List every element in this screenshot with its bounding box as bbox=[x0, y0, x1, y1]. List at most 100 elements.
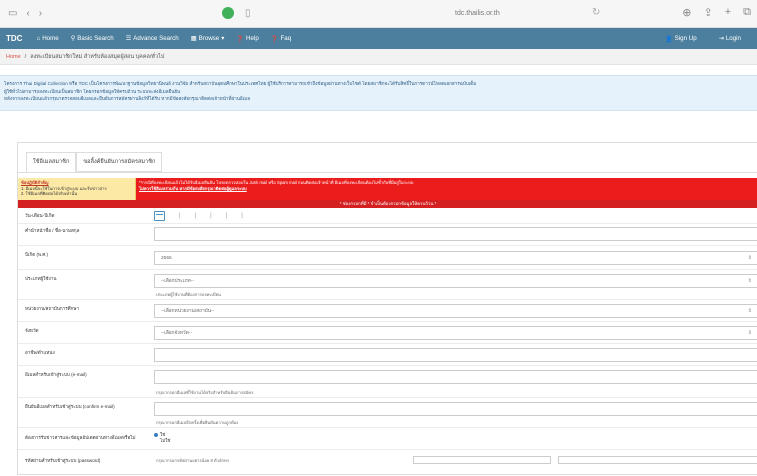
login-icon: ⇥ bbox=[718, 35, 724, 42]
field-label: อีเมลสำหรับเข้าสู่ระบบ (e-mail) bbox=[25, 372, 87, 377]
warning-banner: ข้อปฏิบัติสำคัญ 1. อีเมลนี้จะใช้ในการเข้… bbox=[18, 178, 757, 200]
newsletter-radio-group: ใช่ ไม่ใช่ bbox=[154, 432, 170, 444]
select-arrow-icon: ⇕ bbox=[747, 255, 752, 261]
organization-select[interactable]: --เลือกหน่วยงาน/สถาบัน-- ⇕ bbox=[154, 304, 757, 318]
breadcrumb-home[interactable]: Home bbox=[6, 54, 21, 60]
login-link[interactable]: ⇥ Login bbox=[719, 35, 741, 43]
date-segment[interactable]: | bbox=[226, 213, 228, 219]
registration-panel: ใช้อีเมลสมาชิก ขอลิ้งค์ยืนยันการสมัครสมา… bbox=[17, 142, 757, 475]
radio-no[interactable]: ไม่ใช่ bbox=[154, 438, 170, 444]
date-picker[interactable]: | | | | | bbox=[154, 211, 243, 221]
form-row-confirm-email: ยืนยันอีเมลสำหรับเข้าสู่ระบบ (confirm e-… bbox=[18, 398, 757, 428]
tab-bar: ใช้อีเมลสมาชิก ขอลิ้งค์ยืนยันการสมัครสมา… bbox=[26, 152, 163, 172]
field-hint: กรุณากรอกอีเมลอีกครั้งเพื่อยืนยันความถูก… bbox=[156, 420, 239, 425]
list-icon: ☰ bbox=[125, 35, 132, 42]
top-navbar: TDC ⌂ Home ⚲ Basic Search ☰ Advance Search … bbox=[0, 28, 757, 49]
warning-left-title: ข้อปฏิบัติสำคัญ bbox=[21, 180, 49, 185]
user-icon: 👤 bbox=[664, 35, 673, 43]
warning-right-line-2[interactable]: ไม่ควรใช้อีเมลร่วมกัน หากมีข้อสงสัยกรุณา… bbox=[139, 186, 247, 191]
info-notice: โครงการ Thai Digital Collection หรือ TDC… bbox=[0, 75, 757, 111]
occupation-input[interactable] bbox=[154, 348, 757, 362]
chevron-down-icon: ▾ bbox=[221, 35, 225, 42]
name-input[interactable] bbox=[154, 227, 757, 241]
browser-toolbar: ▭ ‹ › ▯ tdc.thailis.or.th ↻ ⊕ ⇪ + ⧉ bbox=[0, 0, 757, 28]
notice-line-2: ผู้ใช้ทั่วไปสามารถลงทะเบียนเป็นสมาชิก โด… bbox=[4, 88, 181, 94]
date-segment[interactable]: | bbox=[179, 213, 181, 219]
form-row-name: คำนำหน้าชื่อ / ชื่อ-นามสกุล bbox=[18, 224, 757, 246]
breadcrumb: Home / ลงทะเบียนสมาชิกใหม่ สำหรับห้องสมุ… bbox=[0, 49, 757, 65]
nav-help[interactable]: ❓ Help bbox=[236, 35, 258, 43]
form-row-email: อีเมลสำหรับเข้าสู่ระบบ (e-mail) กรุณากรอ… bbox=[18, 366, 757, 398]
tab-resend-link[interactable]: ขอลิ้งค์ยืนยันการสมัครสมาชิก bbox=[76, 152, 163, 172]
field-hint: กรุณากรอกอีเมลที่ใช้งานได้จริงสำหรับยืนย… bbox=[156, 390, 254, 395]
select-arrow-icon: ⇕ bbox=[747, 278, 752, 284]
form-row-organization: หน่วยงาน/สถาบันการศึกษา --เลือกหน่วยงาน/… bbox=[18, 300, 757, 322]
confirm-email-input[interactable] bbox=[154, 402, 757, 416]
field-label: ยืนยันอีเมลสำหรับเข้าสู่ระบบ (confirm e-… bbox=[25, 404, 115, 409]
field-hint: กรุณากรอกรหัสผ่านอย่างน้อย 8 ตัวอักษร bbox=[156, 458, 230, 463]
reload-icon[interactable]: ↻ bbox=[592, 7, 600, 18]
field-label: วัน-เดือน-ปีเกิด bbox=[25, 213, 55, 218]
form-row-user-type: ประเภทผู้ใช้งาน --เลือกประเภท-- ⇕ ประเภทผ… bbox=[18, 270, 757, 300]
tabs-overview-icon[interactable]: ⧉ bbox=[743, 6, 751, 19]
grid-icon: ▦ bbox=[190, 35, 197, 42]
tab-register[interactable]: ใช้อีเมลสมาชิก bbox=[26, 152, 77, 172]
required-fields-bar: * ช่องกรอกที่มี * จำเป็นต้องกรอกข้อมูลให… bbox=[18, 200, 757, 208]
nav-browse[interactable]: ▦ Browse ▾ bbox=[191, 35, 225, 42]
new-tab-icon[interactable]: + bbox=[725, 6, 731, 19]
download-icon[interactable]: ⊕ bbox=[682, 6, 691, 19]
nav-auth: 👤 Sign Up ⇥ Login bbox=[665, 35, 753, 43]
user-type-select[interactable]: --เลือกประเภท-- ⇕ bbox=[154, 274, 757, 288]
field-label: หน่วยงาน/สถาบันการศึกษา bbox=[25, 306, 80, 311]
radio-selected-icon bbox=[154, 432, 158, 437]
date-segment[interactable]: | bbox=[241, 213, 243, 219]
nav-basic-search[interactable]: ⚲ Basic Search bbox=[71, 35, 114, 42]
warning-left: ข้อปฏิบัติสำคัญ 1. อีเมลนี้จะใช้ในการเข้… bbox=[18, 178, 136, 200]
form-row-password: รหัสผ่านสำหรับเข้าสู่ระบบ (password) กรุ… bbox=[18, 450, 757, 476]
sidebar-toggle-icon[interactable]: ▭ bbox=[8, 8, 17, 19]
share-icon[interactable]: ⇪ bbox=[703, 6, 712, 19]
tab-divider bbox=[18, 172, 757, 173]
notice-line-3: หลังจากลงทะเบียนแล้วกรุณาตรวจสอบอีเมลและ… bbox=[4, 96, 251, 102]
breadcrumb-separator: / bbox=[24, 53, 27, 60]
field-label: คำนำหน้าชื่อ / ชื่อ-นามสกุล bbox=[25, 228, 80, 233]
address-bar[interactable]: tdc.thailis.or.th bbox=[455, 10, 500, 17]
warning-left-item-2: 2. ใช้อีเมลที่ติดต่อได้จริงเท่านั้น bbox=[21, 191, 78, 197]
breadcrumb-current: ลงทะเบียนสมาชิกใหม่ สำหรับห้องสมุดผู้สอน… bbox=[30, 53, 165, 60]
calendar-icon[interactable] bbox=[154, 211, 165, 221]
field-label: จังหวัด bbox=[25, 328, 39, 333]
browser-actions: ⊕ ⇪ + ⧉ bbox=[682, 6, 751, 19]
nav-advance-search[interactable]: ☰ Advance Search bbox=[126, 35, 179, 42]
search-icon: ⚲ bbox=[70, 35, 76, 42]
page-icon[interactable]: ▯ bbox=[245, 8, 251, 19]
field-label: อาชีพ/ตำแหน่ง bbox=[25, 350, 55, 355]
warning-right: **กรณีที่ลงทะเบียนแล้วไม่ได้รับอีเมลยืนย… bbox=[136, 178, 757, 200]
province-select[interactable]: --เลือกจังหวัด-- ⇕ bbox=[154, 326, 757, 340]
nav-home[interactable]: ⌂ Home bbox=[36, 35, 58, 42]
email-input[interactable] bbox=[154, 370, 757, 384]
field-label: ต้องการรับข่าวสารและข้อมูลอัปเดตผ่านทางอ… bbox=[25, 435, 136, 440]
form-row-year: ปีเกิด (พ.ศ.) 2555 ⇕ bbox=[18, 246, 757, 270]
browser-nav-controls: ▭ ‹ › bbox=[8, 8, 42, 19]
signup-link[interactable]: 👤 Sign Up bbox=[665, 35, 697, 43]
password-strength-box bbox=[558, 456, 757, 464]
nav-faq[interactable]: ❓ Faq bbox=[271, 35, 291, 43]
form-row-birthdate: วัน-เดือน-ปีเกิด | | | | | bbox=[18, 209, 757, 224]
year-select[interactable]: 2555 ⇕ bbox=[154, 251, 757, 265]
home-icon: ⌂ bbox=[36, 35, 41, 42]
field-hint: ประเภทผู้ใช้งานที่ต้องการลงทะเบียน bbox=[156, 292, 221, 297]
date-segment[interactable]: | bbox=[195, 213, 197, 219]
faq-icon: ❓ bbox=[270, 35, 279, 43]
field-label: ประเภทผู้ใช้งาน bbox=[25, 276, 57, 281]
privacy-shield-icon[interactable] bbox=[222, 7, 234, 19]
field-label: ปีเกิด (พ.ศ.) bbox=[25, 252, 49, 257]
brand-logo[interactable]: TDC bbox=[6, 34, 22, 43]
form-row-occupation: อาชีพ/ตำแหน่ง bbox=[18, 344, 757, 366]
field-label: รหัสผ่านสำหรับเข้าสู่ระบบ (password) bbox=[25, 458, 101, 463]
date-segment[interactable]: | bbox=[210, 213, 212, 219]
password-input[interactable] bbox=[413, 456, 551, 464]
select-arrow-icon: ⇕ bbox=[747, 308, 752, 314]
forward-icon[interactable]: › bbox=[39, 8, 42, 19]
back-icon[interactable]: ‹ bbox=[26, 8, 29, 19]
help-icon: ❓ bbox=[236, 35, 245, 43]
